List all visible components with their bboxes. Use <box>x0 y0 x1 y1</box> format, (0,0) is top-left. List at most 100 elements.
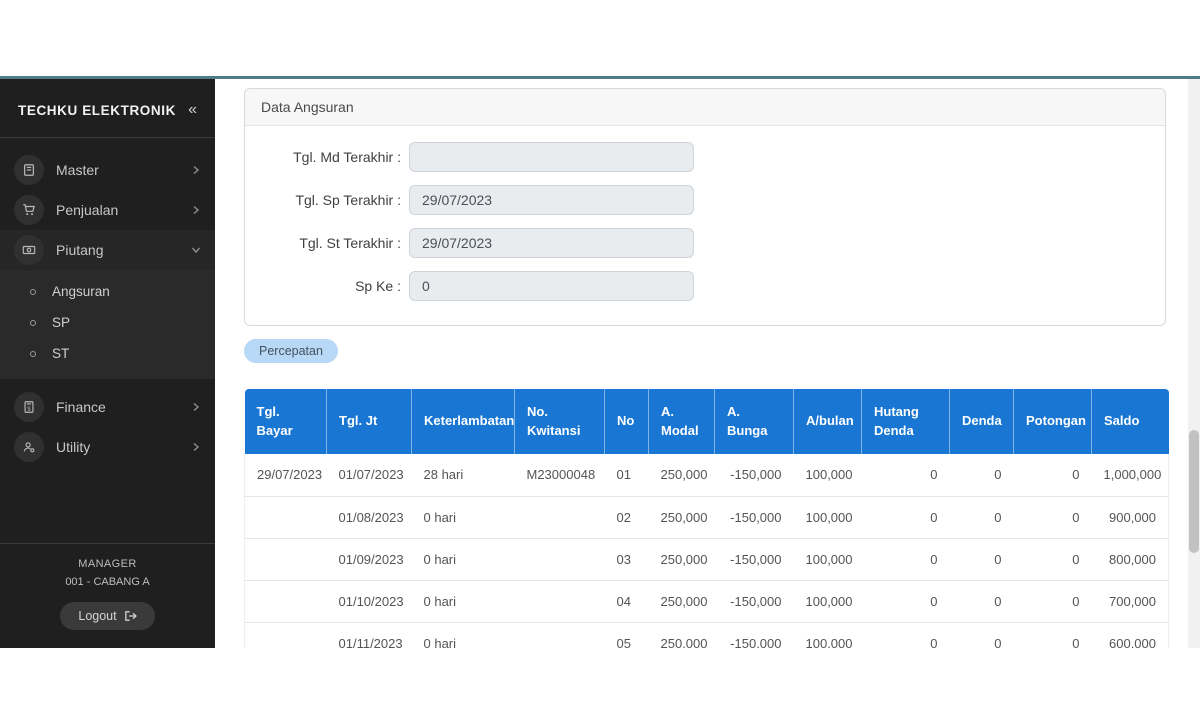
column-header: A. Modal <box>648 389 715 454</box>
sidebar-collapse-icon[interactable]: « <box>188 101 197 119</box>
data-angsuran-panel: Data Angsuran Tgl. Md Terakhir : Tgl. Sp… <box>244 88 1166 326</box>
table-cell <box>244 622 327 648</box>
user-role: MANAGER <box>78 558 137 570</box>
form-row: Tgl. Sp Terakhir : <box>261 185 1149 215</box>
chevron-right-icon <box>191 165 201 175</box>
book-icon <box>14 155 44 185</box>
table-cell: 0 hari <box>411 622 515 648</box>
column-header: No. Kwitansi <box>514 389 605 454</box>
table-cell <box>514 538 605 581</box>
sidebar-item-sp[interactable]: SP <box>0 307 215 338</box>
table-cell: 0 <box>949 580 1014 623</box>
tgl-sp-terakhir-field[interactable] <box>409 185 694 215</box>
sidebar-item-st[interactable]: ST <box>0 338 215 369</box>
table-cell: 100,000 <box>793 454 862 497</box>
sidebar-item-master[interactable]: Master <box>0 150 215 190</box>
app-window: TECHKU ELEKTRONIK « Master Penjualan Piu… <box>0 79 1200 648</box>
table-cell <box>514 496 605 539</box>
table-cell: 250,000 <box>648 538 715 581</box>
form-row: Tgl. St Terakhir : <box>261 228 1149 258</box>
table-cell: 02 <box>604 496 649 539</box>
table-row: 01/08/2023 0 hari 02 250,000 -150,000 100,000… <box>244 496 1169 539</box>
table-cell: 700,000 <box>1091 580 1169 623</box>
table-cell: 250,000 <box>648 580 715 623</box>
user-branch: 001 - CABANG A <box>65 576 150 588</box>
sp-ke-field[interactable] <box>409 271 694 301</box>
table-cell: 100,000 <box>793 496 862 539</box>
table-cell: 100,000 <box>793 580 862 623</box>
bullet-icon <box>30 319 36 326</box>
table-cell: 0 <box>861 580 950 623</box>
tgl-md-terakhir-field[interactable] <box>409 142 694 172</box>
table-cell: 28 hari <box>411 454 515 497</box>
sidebar-nav: Master Penjualan Piutang Angsuran SP ST … <box>0 138 215 467</box>
sp-ke-label: Sp Ke : <box>355 278 401 294</box>
table-cell: 0 <box>1013 580 1092 623</box>
logout-button[interactable]: Logout <box>60 602 155 630</box>
bullet-icon <box>30 350 36 357</box>
table-cell: 03 <box>604 538 649 581</box>
table-cell: 01 <box>604 454 649 497</box>
column-header: Tgl. Bayar <box>244 389 327 454</box>
chevron-right-icon <box>191 205 201 215</box>
tgl-st-terakhir-label: Tgl. St Terakhir : <box>299 235 401 251</box>
panel-title: Data Angsuran <box>245 89 1165 126</box>
table-cell: 01/11/2023 <box>326 622 412 648</box>
table-cell: 0 <box>1013 622 1092 648</box>
vertical-scrollbar-thumb[interactable] <box>1189 430 1199 553</box>
angsuran-table-wrap: Tgl. Bayar Tgl. Jt Keterlambatan No. Kwitan… <box>244 389 1169 648</box>
table-cell: 0 <box>861 454 950 497</box>
table-cell: -150,000 <box>714 496 794 539</box>
sidebar-item-finance[interactable]: $ Finance <box>0 387 215 427</box>
table-row: 01/11/2023 0 hari 05 250,000 -150,000 100,000… <box>244 622 1169 648</box>
logout-label: Logout <box>78 609 117 623</box>
sidebar-item-label: Finance <box>56 399 106 415</box>
column-header: Tgl. Jt <box>326 389 412 454</box>
submenu-item-label: ST <box>52 346 70 361</box>
column-header: Potongan <box>1013 389 1092 454</box>
table-cell: 01/10/2023 <box>326 580 412 623</box>
table-cell: 0 <box>861 622 950 648</box>
table-cell: 0 <box>1013 538 1092 581</box>
cash-icon <box>14 235 44 265</box>
sidebar-brand: TECHKU ELEKTRONIK « <box>0 79 215 138</box>
column-header: A. Bunga <box>714 389 794 454</box>
finance-icon: $ <box>14 392 44 422</box>
sidebar-item-utility[interactable]: Utility <box>0 427 215 467</box>
submenu-item-label: Angsuran <box>52 284 110 299</box>
sidebar: TECHKU ELEKTRONIK « Master Penjualan Piu… <box>0 79 215 648</box>
vertical-scrollbar-track[interactable] <box>1188 79 1200 648</box>
svg-text:$: $ <box>27 407 31 413</box>
sidebar-item-label: Piutang <box>56 242 104 258</box>
table-header-row: Tgl. Bayar Tgl. Jt Keterlambatan No. Kwitan… <box>244 389 1169 454</box>
table-row: 01/10/2023 0 hari 04 250,000 -150,000 100,000… <box>244 580 1169 623</box>
chevron-down-icon <box>191 245 201 255</box>
tgl-st-terakhir-field[interactable] <box>409 228 694 258</box>
table-cell: -150,000 <box>714 580 794 623</box>
cart-icon <box>14 195 44 225</box>
sidebar-item-penjualan[interactable]: Penjualan <box>0 190 215 230</box>
table-cell: 0 <box>949 538 1014 581</box>
table-cell: -150,000 <box>714 538 794 581</box>
table-cell: 600,000 <box>1091 622 1169 648</box>
submenu-item-label: SP <box>52 315 71 330</box>
table-cell <box>514 622 605 648</box>
table-cell: 0 <box>1013 496 1092 539</box>
table-cell: 1,000,000 <box>1091 454 1169 497</box>
column-header: Saldo <box>1091 389 1169 454</box>
table-cell: -150,000 <box>714 454 794 497</box>
form-row: Sp Ke : <box>261 271 1149 301</box>
percepatan-button[interactable]: Percepatan <box>244 339 338 363</box>
user-gear-icon <box>14 432 44 462</box>
sidebar-item-piutang[interactable]: Piutang <box>0 230 215 270</box>
table-cell: 0 hari <box>411 580 515 623</box>
sidebar-footer: MANAGER 001 - CABANG A Logout <box>0 543 215 648</box>
table-cell: 0 hari <box>411 538 515 581</box>
column-header: No <box>604 389 649 454</box>
sidebar-item-angsuran[interactable]: Angsuran <box>0 276 215 307</box>
table-cell <box>514 580 605 623</box>
sidebar-item-label: Master <box>56 162 99 178</box>
table-cell: 05 <box>604 622 649 648</box>
table-row: 29/07/2023 01/07/2023 28 hari M23000048 01 25… <box>244 454 1169 497</box>
column-header: Hutang Denda <box>861 389 950 454</box>
